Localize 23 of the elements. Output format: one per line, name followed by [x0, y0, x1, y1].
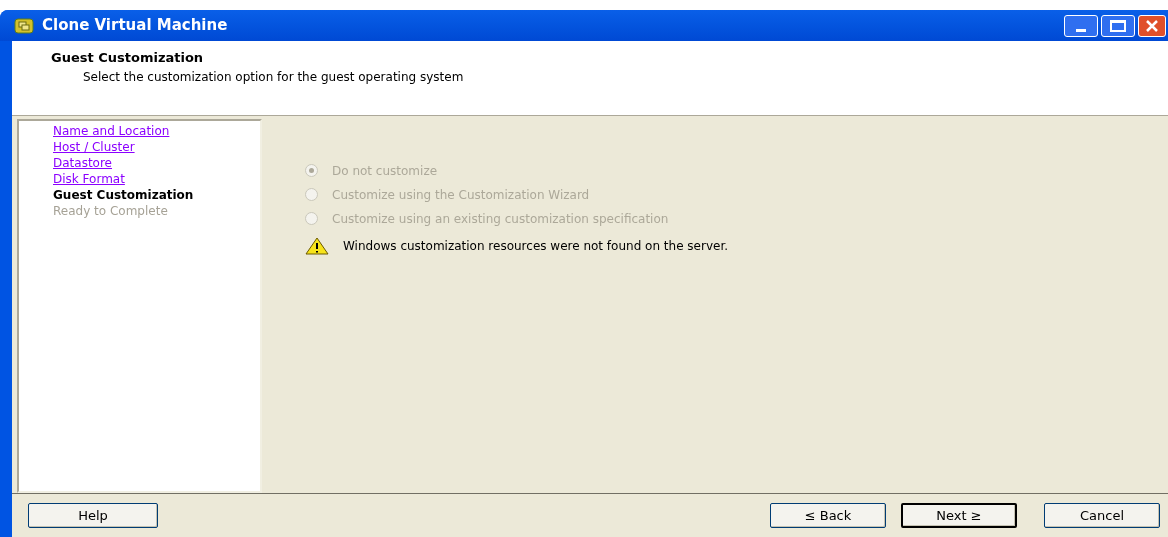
radio-label: Customize using an existing customization specification	[332, 210, 669, 228]
step-item[interactable]: Disk Format	[53, 171, 260, 187]
app-icon	[14, 17, 34, 34]
warning-message: Windows customization resources were not found on the server.	[343, 238, 729, 255]
cancel-button[interactable]: Cancel	[1044, 503, 1160, 528]
radio-label: Customize using the Customization Wizard	[332, 186, 590, 204]
step-item[interactable]: Datastore	[53, 155, 260, 171]
help-button[interactable]: Help	[28, 503, 158, 528]
window-title: Clone Virtual Machine	[42, 15, 228, 37]
step-item[interactable]: Name and Location	[53, 123, 260, 139]
radio-label: Do not customize	[332, 162, 438, 180]
minimize-button[interactable]	[1064, 14, 1098, 37]
maximize-button[interactable]	[1101, 14, 1135, 37]
header-subtitle: Select the customization option for the guest operating system	[82, 68, 465, 86]
next-button[interactable]: Next ≥	[901, 503, 1017, 528]
header-title: Guest Customization	[51, 49, 205, 67]
close-button[interactable]	[1138, 14, 1166, 37]
step-item: Ready to Complete	[53, 203, 169, 219]
warning-icon	[305, 237, 329, 255]
back-button[interactable]: ≤ Back	[770, 503, 886, 528]
close-icon	[1146, 19, 1158, 32]
step-item[interactable]: Host / Cluster	[53, 139, 260, 155]
step-item: Guest Customization	[53, 187, 195, 203]
